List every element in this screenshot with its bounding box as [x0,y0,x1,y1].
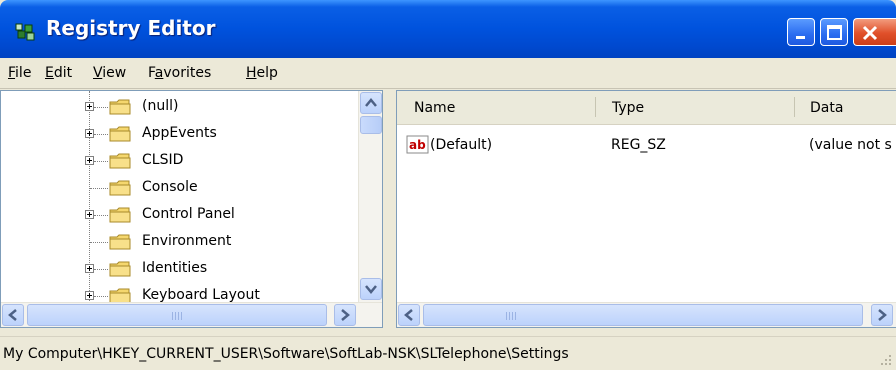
tree-branch-line [90,188,108,189]
maximize-icon [827,25,842,40]
menu-favorites[interactable]: Favorites [148,65,211,81]
scroll-left-button[interactable] [2,304,24,326]
tree-branch-line [94,296,108,297]
arrow-left-icon [404,309,413,321]
grip-icon [506,312,518,320]
menu-help-rest: elp [256,65,278,81]
string-value-icon: ab [406,135,429,154]
folder-icon [109,234,131,250]
menu-view-rest: iew [102,65,127,81]
tree-vertical-scrollbar[interactable] [358,91,382,302]
tree-item-label: Environment [142,233,232,249]
menu-file-rest: ile [15,65,32,81]
window-title: Registry Editor [46,16,216,40]
folder-icon [109,207,131,223]
plus-box-icon[interactable] [85,156,94,165]
column-header-name[interactable]: Name [414,100,455,116]
tree-horizontal-scrollbar[interactable] [1,302,382,327]
scroll-down-button[interactable] [360,278,382,300]
tree-branch-line [94,161,108,162]
tree-branch-line [94,107,108,108]
scroll-thumb[interactable] [27,304,327,326]
arrow-right-icon [878,309,887,321]
column-header-type[interactable]: Type [612,100,644,116]
scroll-right-button[interactable] [334,304,356,326]
svg-text:ab: ab [409,138,426,152]
values-list-pane[interactable]: Name Type Data ab (Default) REG_SZ (valu… [396,90,896,328]
plus-box-icon[interactable] [85,129,94,138]
folder-icon [109,99,131,115]
arrow-up-icon [365,98,377,107]
menu-view-accel: V [93,65,103,81]
menu-favorites-rest: vorites [163,65,212,81]
menu-bar: File Edit View Favorites Help [0,58,896,89]
maximize-button[interactable] [820,18,848,46]
value-data: (value not s [809,137,892,153]
key-tree-pane[interactable]: (null) AppEvents CLSID Console Control P… [0,90,383,328]
scroll-thumb[interactable] [423,304,863,326]
folder-icon [109,153,131,169]
scroll-left-button[interactable] [398,304,420,326]
tree-branch-line [94,215,108,216]
folder-icon [109,180,131,196]
menu-favorites-pre: F [148,65,155,81]
arrow-right-icon [341,309,350,321]
title-bar[interactable]: Registry Editor [0,0,896,58]
column-divider[interactable] [794,97,795,117]
menu-edit[interactable]: Edit [45,65,72,81]
arrow-down-icon [365,285,377,294]
plus-box-icon[interactable] [85,291,94,300]
scroll-up-button[interactable] [360,92,382,114]
menu-edit-rest: dit [53,65,73,81]
menu-file[interactable]: File [8,65,31,81]
resize-grip-icon[interactable] [878,352,892,366]
registry-editor-icon [15,23,35,41]
plus-box-icon[interactable] [85,264,94,273]
scroll-right-button[interactable] [871,304,893,326]
tree-item-label: (null) [142,98,179,114]
menu-help-accel: H [246,65,257,81]
arrow-left-icon [8,309,17,321]
value-row-default[interactable]: ab (Default) REG_SZ (value not s [397,135,896,157]
plus-box-icon[interactable] [85,210,94,219]
minimize-icon [796,36,805,39]
list-horizontal-scrollbar[interactable] [397,302,896,327]
folder-icon [109,261,131,277]
grip-icon [172,312,184,320]
tree-item-label: Console [142,179,198,195]
value-name: (Default) [430,137,493,153]
close-button[interactable] [853,18,896,46]
column-divider[interactable] [595,97,596,117]
folder-icon [109,126,131,142]
scroll-thumb[interactable] [360,116,382,134]
tree-item-label: AppEvents [142,125,217,141]
list-header: Name Type Data [397,91,896,125]
tree-item-label: CLSID [142,152,184,168]
tree-item-label: Keyboard Layout [142,287,260,303]
tree-branch-line [94,269,108,270]
menu-view[interactable]: View [93,65,126,81]
tree-item-label: Identities [142,260,208,276]
status-path: My Computer\HKEY_CURRENT_USER\Software\S… [3,346,569,362]
value-type: REG_SZ [611,137,666,153]
menu-edit-accel: E [45,65,54,81]
close-icon [862,25,878,41]
plus-box-icon[interactable] [85,102,94,111]
menu-help[interactable]: Help [246,65,278,81]
minimize-button[interactable] [787,18,815,46]
tree-item-label: Control Panel [142,206,235,222]
column-header-data[interactable]: Data [810,100,843,116]
tree-branch-line [94,134,108,135]
menu-file-accel: F [8,65,16,81]
tree-branch-line [90,242,108,243]
status-bar: My Computer\HKEY_CURRENT_USER\Software\S… [0,336,896,370]
